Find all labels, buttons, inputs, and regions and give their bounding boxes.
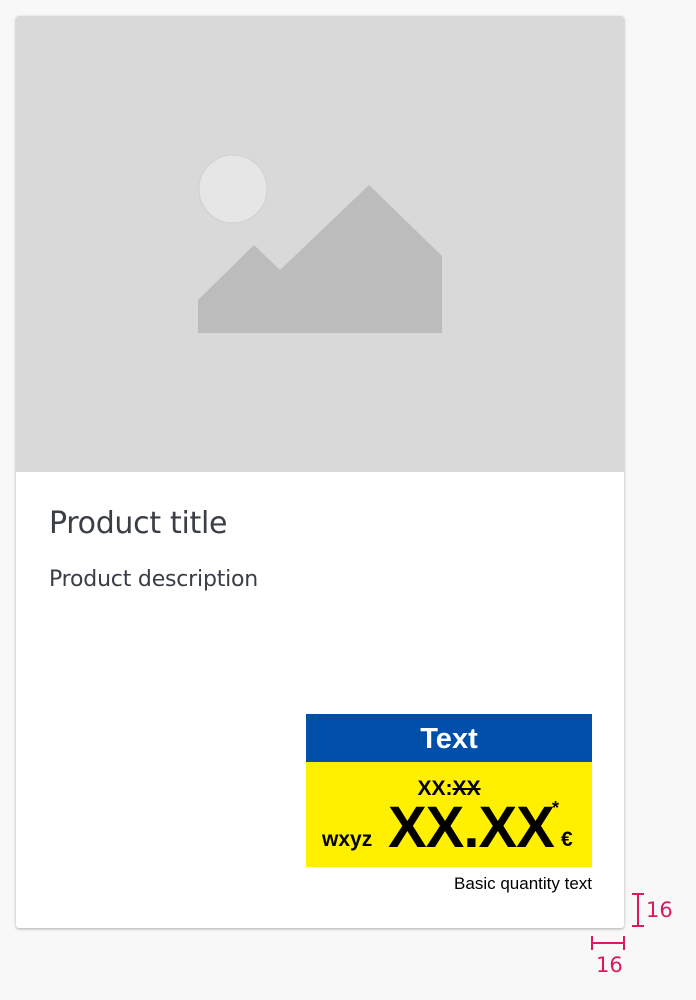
product-card[interactable]: Product title Product description Text X… <box>16 16 624 928</box>
product-image <box>16 16 624 472</box>
price-body: XX:XX wxyz XX.XX * € <box>306 762 592 867</box>
price-header-label: Text <box>306 714 592 762</box>
product-description: Product description <box>49 567 259 592</box>
unit-prefix: wxyz <box>322 828 373 851</box>
currency-symbol: € <box>561 828 573 851</box>
horizontal-spacing-marker <box>591 936 625 950</box>
product-title: Product title <box>49 506 228 541</box>
price-asterisk: * <box>552 798 560 818</box>
horizontal-spacing-label: 16 <box>596 953 623 977</box>
main-price: XX.XX <box>388 795 555 860</box>
vertical-spacing-label: 16 <box>646 898 673 922</box>
basic-quantity-text: Basic quantity text <box>454 874 592 893</box>
image-placeholder-icon <box>198 154 442 333</box>
price-tag: Text XX:XX wxyz XX.XX * € Basic quantity… <box>306 714 592 893</box>
